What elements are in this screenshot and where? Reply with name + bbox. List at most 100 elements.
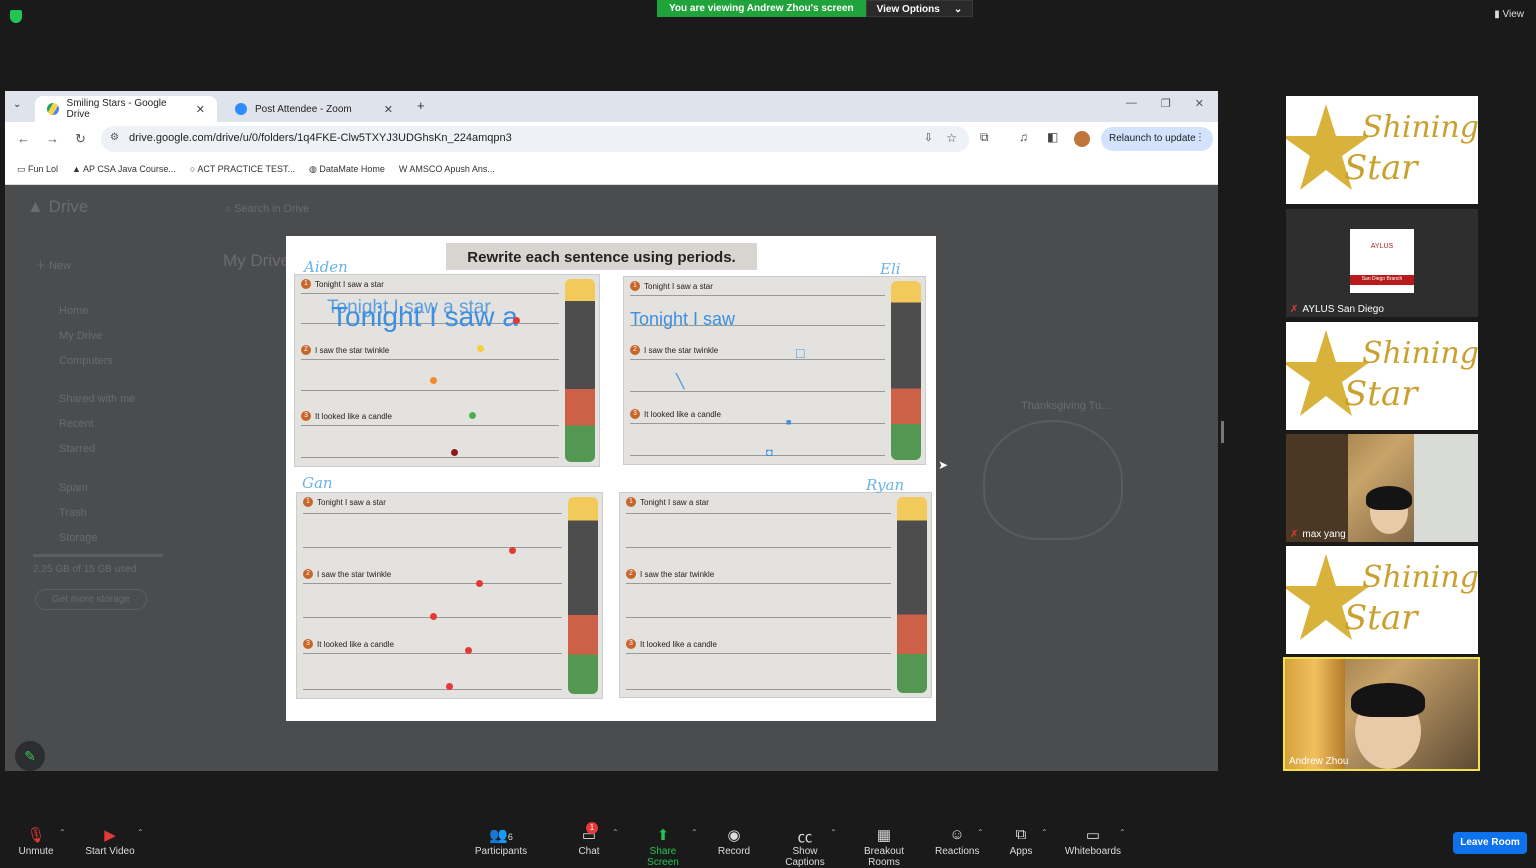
line [630,391,885,392]
participant-name: Andrew Zhou [1289,756,1349,767]
edit-pencil-icon[interactable]: ✎ [15,741,45,771]
drive-search-input[interactable]: ⌕ Search in Drive [225,203,309,216]
media-icon[interactable]: ♫ [1019,130,1028,144]
storage-bar [33,554,163,557]
star-icon[interactable]: ☆ [946,131,957,145]
reload-icon[interactable]: ↻ [75,131,86,147]
handwriting-mark: ╲ [676,373,685,389]
sentence: 3 It looked like a candle [303,639,394,649]
aylus-logo: AYLUS San Diego Branch [1350,229,1414,293]
panel-resize-handle[interactable] [1221,421,1224,443]
chevron-up-icon[interactable]: ⌃ [691,828,698,837]
bookmark-item[interactable]: ◍ DataMate Home [309,164,385,184]
new-button[interactable]: ＋ New [35,257,71,273]
video-tile-logo[interactable]: Shining Star [1286,322,1478,430]
chat-button[interactable]: ▭ 1 Chat [576,822,602,857]
chevron-up-icon[interactable]: ⌃ [612,828,619,837]
chevron-up-icon[interactable]: ⌃ [830,828,837,837]
show-captions-label: Show Captions [785,846,825,868]
start-video-button[interactable]: ▶ Start Video [84,826,136,857]
get-more-storage-button[interactable]: Get more storage [35,589,147,610]
video-tile-logo[interactable]: Shining Star [1286,96,1478,204]
chevron-up-icon[interactable]: ⌃ [1041,828,1048,837]
student-name: Gan [302,474,333,492]
nav-recent[interactable]: Recent [59,418,94,430]
line [301,457,559,458]
install-icon[interactable]: ⇩ [924,131,933,144]
student-name: Aiden [304,258,348,276]
whiteboards-button[interactable]: ▭ Whiteboards [1064,826,1122,857]
profile-avatar[interactable] [1074,131,1090,147]
sentence-text: I saw the star twinkle [640,569,715,579]
view-button[interactable]: ▮ View [1494,9,1524,20]
nav-storage[interactable]: Storage [59,532,98,544]
breakout-rooms-button[interactable]: ▦ Breakout Rooms [848,826,920,868]
page-title: My Drive [223,251,291,270]
viewing-banner: You are viewing Andrew Zhou's screen [657,0,866,17]
file-thanksgiving[interactable]: Thanksgiving Tu... [1021,400,1110,412]
nav-computers[interactable]: Computers [59,355,113,367]
tab-search-icon[interactable]: ⌄ [13,99,21,110]
video-tile-logo[interactable]: Shining Star [1286,546,1478,654]
chevron-up-icon[interactable]: ⌃ [1119,828,1126,837]
nav-starred[interactable]: Starred [59,443,95,455]
sentence: 3 It looked like a candle [626,639,717,649]
sentence: 2 I saw the star twinkle [626,569,714,579]
leave-room-button[interactable]: Leave Room [1453,832,1527,854]
reactions-button[interactable]: ☺ Reactions [935,826,979,857]
whiteboards-label: Whiteboards [1064,846,1122,857]
nav-my-drive[interactable]: My Drive [59,330,102,342]
bookmark-item[interactable]: ○ ACT PRACTICE TEST... [190,164,295,184]
nav-trash[interactable]: Trash [59,507,87,519]
minimize-icon[interactable]: — [1126,97,1137,110]
line [626,653,891,654]
apps-button[interactable]: ⧉ Apps [1008,826,1034,857]
video-tile-andrew-zhou[interactable]: Andrew Zhou [1283,657,1480,771]
bookmark-item[interactable]: W AMSCO Apush Ans... [399,164,495,184]
participants-button[interactable]: 👥6 Participants [474,826,528,857]
muted-mic-icon: ✗ [1290,304,1299,315]
show-captions-button[interactable]: ㏄ Show Captions [772,826,838,868]
video-tile-aylus[interactable]: AYLUS San Diego Branch ✗ AYLUS San Diego [1286,209,1478,317]
nav-spam[interactable]: Spam [59,482,88,494]
tab-google-drive[interactable]: Smiling Stars - Google Drive ✕ [35,96,217,122]
line [303,653,562,654]
security-shield-icon[interactable] [10,10,22,23]
chevron-up-icon[interactable]: ⌃ [977,828,984,837]
more-icon: ⋮ [1195,132,1205,143]
sentence-text: Tonight I saw a star [644,281,713,291]
relaunch-button[interactable]: Relaunch to update ⋮ [1101,127,1213,151]
tab-zoom[interactable]: Post Attendee - Zoom ✕ [223,96,405,122]
close-icon[interactable]: ✕ [196,103,205,116]
nav-home[interactable]: Home [59,305,88,317]
number-badge: 3 [630,409,640,419]
bookmark-label: AP CSA Java Course... [82,164,176,174]
new-tab-icon[interactable]: + [417,98,425,113]
line [626,547,891,548]
site-info-icon[interactable]: ⚙ [110,132,119,143]
restore-icon[interactable]: ❐ [1161,97,1171,110]
bookmark-item[interactable]: ▲ AP CSA Java Course... [72,164,176,184]
bookmark-item[interactable]: ▭ Fun Lol [17,164,58,184]
unmute-button[interactable]: 🎙 Unmute [18,826,54,857]
share-screen-button[interactable]: ⬆ Share Screen [633,826,693,868]
close-icon[interactable]: ✕ [384,103,393,116]
line [301,390,559,391]
google-drive-icon [47,103,59,115]
drive-logo[interactable]: ▲ Drive [27,197,88,217]
chat-badge: 1 [586,822,598,834]
side-panel-icon[interactable]: ◧ [1047,130,1058,144]
chevron-up-icon[interactable]: ⌃ [137,828,144,837]
nav-shared[interactable]: Shared with me [59,393,135,405]
view-options-button[interactable]: View Options ⌄ [865,0,974,17]
extensions-icon[interactable]: ⧉ [980,130,989,145]
video-tile-max-yang[interactable]: ✗ max yang [1286,434,1478,542]
record-button[interactable]: ◉ Record [716,826,752,857]
number-badge: 3 [301,411,311,421]
close-window-icon[interactable]: ✕ [1195,97,1204,110]
forward-icon[interactable]: → [46,131,59,147]
star-candle-decoration [568,497,598,694]
back-icon[interactable]: ← [17,131,30,147]
chevron-up-icon[interactable]: ⌃ [59,828,66,837]
url-input[interactable]: ⚙ drive.google.com/drive/u/0/folders/1q4… [101,126,969,152]
